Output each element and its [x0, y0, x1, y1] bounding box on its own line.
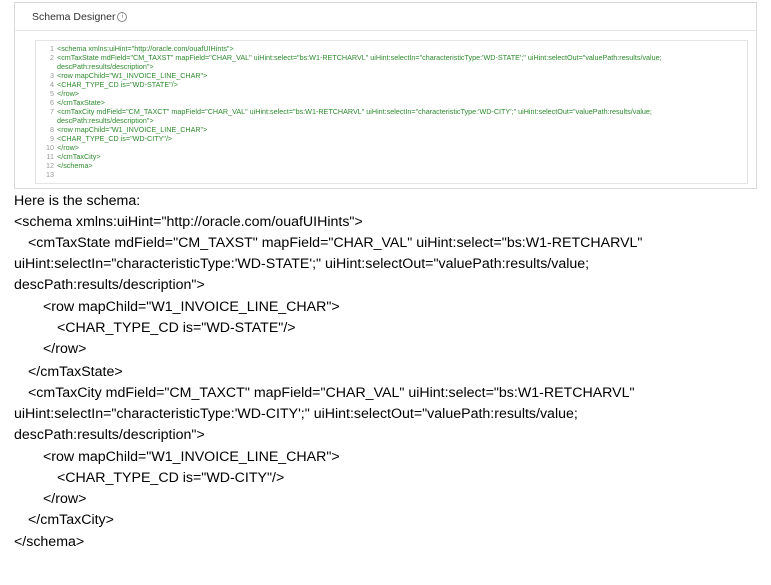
intro-text: Here is the schema: [14, 193, 141, 209]
doc-line: descPath:results/description"> [14, 427, 205, 443]
doc-line: </schema> [14, 534, 85, 550]
doc-line: uiHint:selectIn="characteristicType:'WD-… [14, 256, 590, 272]
doc-line: </cmTaxCity> [28, 512, 114, 528]
doc-line: <schema xmlns:uiHint="http://oracle.com/… [14, 214, 363, 230]
line-number: 13 [46, 170, 54, 179]
doc-line: uiHint:selectIn="characteristicType:'WD-… [14, 406, 578, 422]
doc-line: descPath:results/description"> [14, 277, 205, 293]
doc-line: <CHAR_TYPE_CD is="WD-CITY"/> [57, 470, 285, 486]
code-text: </schema> [57, 161, 93, 170]
doc-line: <cmTaxCity mdField="CM_TAXCT" mapField="… [28, 385, 635, 401]
schema-designer-screenshot: Schema Designer i 1 <schema xmlns:uiHint=… [14, 2, 757, 189]
doc-line: <cmTaxState mdField="CM_TAXST" mapField=… [28, 235, 643, 251]
doc-line: <row mapChild="W1_INVOICE_LINE_CHAR"> [43, 299, 340, 315]
doc-line: </cmTaxState> [28, 364, 123, 380]
info-icon[interactable]: i [117, 11, 128, 22]
schema-designer-title: Schema Designer [32, 10, 116, 23]
schema-designer-header: Schema Designer i [15, 3, 756, 31]
code-line: 13 [36, 170, 57, 180]
doc-line: <CHAR_TYPE_CD is="WD-STATE"/> [57, 320, 296, 336]
doc-line: </row> [43, 491, 87, 507]
doc-line: </row> [43, 341, 87, 357]
code-editor[interactable]: 1 <schema xmlns:uiHint="http://oracle.com… [35, 40, 748, 184]
doc-line: <row mapChild="W1_INVOICE_LINE_CHAR"> [43, 449, 340, 465]
